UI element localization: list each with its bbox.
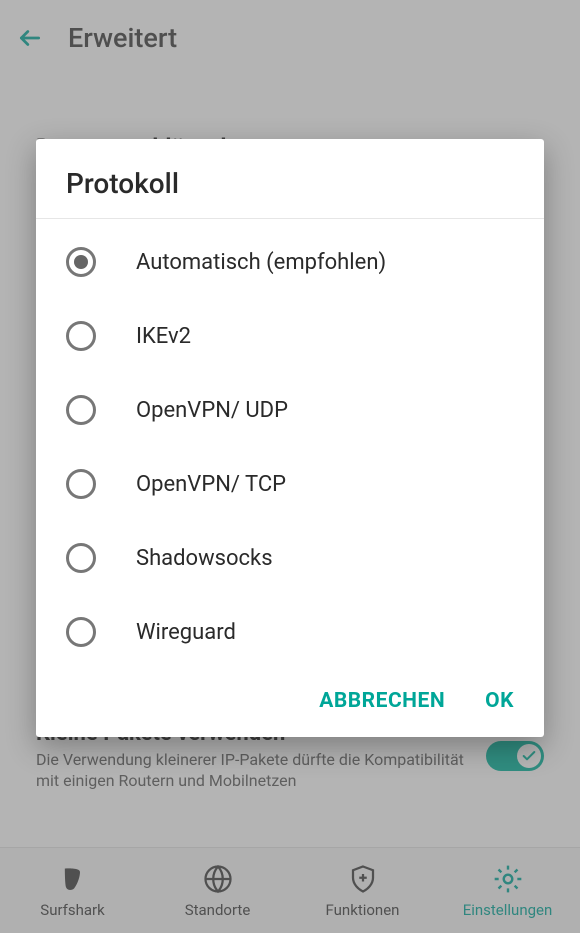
radio-label: Automatisch (empfohlen)	[136, 250, 386, 275]
modal-overlay[interactable]: Protokoll Automatisch (empfohlen) IKEv2 …	[0, 0, 580, 933]
radio-icon	[66, 543, 96, 573]
radio-label: IKEv2	[136, 324, 191, 349]
ok-button[interactable]: OK	[485, 689, 514, 713]
cancel-button[interactable]: ABBRECHEN	[319, 689, 445, 713]
radio-icon	[66, 395, 96, 425]
radio-option-openvpn-tcp[interactable]: OpenVPN/ TCP	[36, 447, 544, 521]
protocol-dialog: Protokoll Automatisch (empfohlen) IKEv2 …	[36, 139, 544, 737]
radio-icon	[66, 617, 96, 647]
radio-option-wireguard[interactable]: Wireguard	[36, 595, 544, 669]
radio-option-ikev2[interactable]: IKEv2	[36, 299, 544, 373]
radio-label: Shadowsocks	[136, 546, 273, 571]
radio-option-shadowsocks[interactable]: Shadowsocks	[36, 521, 544, 595]
radio-option-openvpn-udp[interactable]: OpenVPN/ UDP	[36, 373, 544, 447]
radio-label: OpenVPN/ UDP	[136, 398, 288, 423]
dialog-actions: ABBRECHEN OK	[36, 669, 544, 737]
radio-label: OpenVPN/ TCP	[136, 472, 286, 497]
radio-label: Wireguard	[136, 620, 236, 645]
radio-icon-selected	[66, 247, 96, 277]
dialog-title: Protokoll	[36, 167, 544, 218]
radio-icon	[66, 469, 96, 499]
radio-icon	[66, 321, 96, 351]
radio-list: Automatisch (empfohlen) IKEv2 OpenVPN/ U…	[36, 219, 544, 669]
radio-option-automatic[interactable]: Automatisch (empfohlen)	[36, 225, 544, 299]
